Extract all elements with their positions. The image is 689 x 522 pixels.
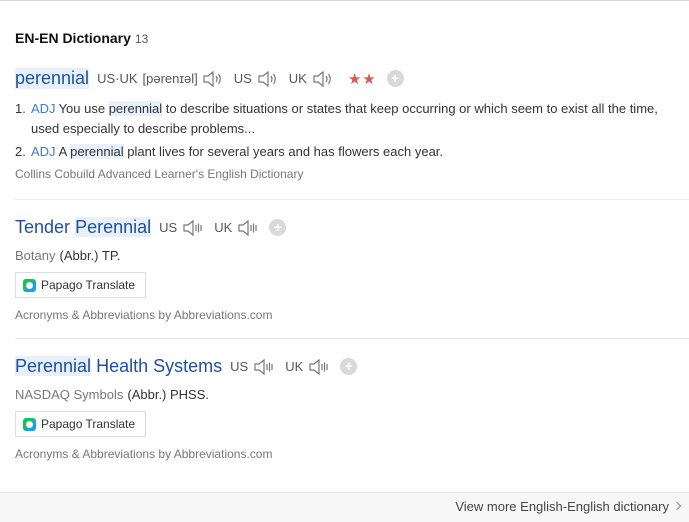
headword-link[interactable]: Perennial Health Systems: [15, 356, 222, 377]
us-label: US: [159, 220, 178, 235]
view-more-link[interactable]: View more English-English dictionary: [455, 499, 669, 514]
papago-logo-icon: [23, 278, 36, 292]
entry-perennial: perennial US·UK [pərenɪəl] US UK ★★ + 1.…: [15, 68, 689, 181]
entry-header: Tender Perennial US UK +: [15, 217, 689, 238]
domain-label: Botany: [15, 248, 56, 263]
speaker-icon[interactable]: [182, 219, 204, 237]
entry-header: perennial US·UK [pərenɪəl] US UK ★★ +: [15, 68, 689, 89]
view-more-bar: View more English-English dictionary: [0, 492, 689, 522]
papago-label: Papago Translate: [41, 417, 136, 431]
headword-link[interactable]: perennial: [15, 68, 90, 89]
us-label: US: [233, 71, 252, 86]
domain-line: NASDAQ Symbols (Abbr.) PHSS.: [15, 387, 689, 402]
sense-number: 1.: [15, 101, 26, 116]
pron-label: US·UK: [97, 71, 138, 86]
sense-text: You use: [58, 101, 109, 116]
section-header: EN-EN Dictionary 13: [15, 30, 148, 46]
section-title: EN-EN Dictionary: [15, 30, 131, 46]
sense-highlight: perennial: [70, 144, 124, 159]
add-to-wordbook-button[interactable]: +: [269, 219, 287, 236]
headword-highlight: Perennial: [75, 217, 152, 237]
part-of-speech: ADJ: [31, 101, 56, 116]
abbreviation-value: (Abbr.) TP.: [59, 248, 121, 263]
speaker-icon[interactable]: [257, 70, 279, 88]
abbreviation-value: (Abbr.) PHSS.: [127, 387, 210, 402]
domain-label: NASDAQ Symbols: [15, 387, 124, 402]
papago-label: Papago Translate: [41, 278, 136, 292]
headword-highlight: Perennial: [15, 356, 92, 376]
pron-ipa: [pərenɪəl]: [142, 71, 198, 86]
uk-label: UK: [214, 220, 233, 235]
entry-divider: [15, 199, 689, 200]
sense-item: 1. ADJ You use perennial to describe situ…: [15, 99, 689, 139]
add-to-wordbook-button[interactable]: +: [386, 70, 404, 87]
speaker-icon[interactable]: [202, 70, 224, 88]
part-of-speech: ADJ: [31, 144, 56, 159]
translate-wrap: Papago Translate: [15, 272, 689, 298]
us-label: US: [230, 359, 249, 374]
entry-header: Perennial Health Systems US UK +: [15, 356, 689, 377]
sense-item: 2. ADJ A perennial plant lives for severa…: [15, 142, 689, 162]
sense-number: 2.: [15, 144, 26, 159]
entry-divider: [15, 338, 689, 339]
chevron-right-icon: [672, 501, 682, 511]
pronunciation: US UK: [230, 358, 340, 376]
headword-link[interactable]: Tender Perennial: [15, 217, 152, 238]
sense-highlight: perennial: [108, 101, 163, 116]
papago-logo-icon: [23, 417, 36, 431]
result-count: 13: [134, 32, 149, 46]
pronunciation-us-uk: US·UK [pərenɪəl] US UK: [97, 70, 344, 88]
speaker-icon[interactable]: [312, 70, 334, 88]
dictionary-source: Acronyms & Abbreviations by Abbreviation…: [15, 447, 273, 461]
dictionary-source: Acronyms & Abbreviations by Abbreviation…: [15, 308, 273, 322]
uk-label: UK: [285, 359, 304, 374]
sense-text: A: [58, 144, 71, 159]
top-divider: [0, 0, 689, 1]
dictionary-source: Collins Cobuild Advanced Learner's Engli…: [15, 167, 304, 181]
headword-part: Health Systems: [96, 356, 223, 376]
domain-line: Botany (Abbr.) TP.: [15, 248, 689, 263]
entry-tender-perennial: Tender Perennial US UK + Botany (Abbr.) T…: [15, 217, 689, 322]
add-to-wordbook-button[interactable]: +: [340, 358, 358, 375]
entry-perennial-health-systems: Perennial Health Systems US UK + NASDAQ …: [15, 356, 689, 461]
pronunciation: US UK: [159, 219, 269, 237]
translate-wrap: Papago Translate: [15, 411, 689, 437]
speaker-icon[interactable]: [253, 358, 275, 376]
speaker-icon[interactable]: [308, 358, 330, 376]
headword-part: Tender: [15, 217, 71, 237]
papago-translate-button[interactable]: Papago Translate: [15, 272, 147, 298]
speaker-icon[interactable]: [237, 219, 259, 237]
frequency-stars: ★★: [347, 70, 377, 88]
uk-label: UK: [288, 71, 307, 86]
papago-translate-button[interactable]: Papago Translate: [15, 411, 147, 437]
sense-text: plant lives for several years and has fl…: [123, 144, 444, 159]
